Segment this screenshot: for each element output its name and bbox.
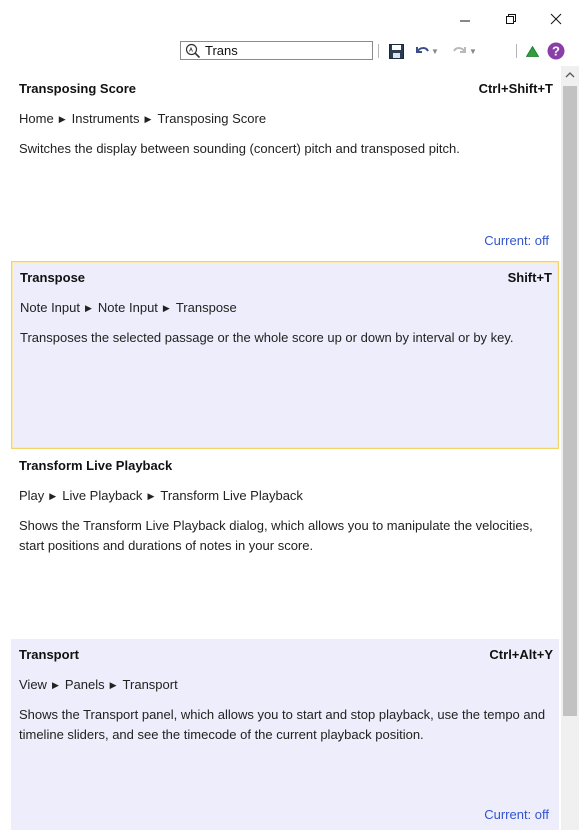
help-icon: ? [547,42,565,60]
arrow-right-icon: ▶ [109,680,117,690]
breadcrumb-item: View [19,677,47,692]
toolbar-separator [378,44,379,58]
search-input[interactable] [205,42,365,59]
result-shortcut: Ctrl+Shift+T [478,81,553,96]
result-shortcut: Ctrl+Alt+Y [489,647,553,662]
minimize-button[interactable] [442,0,488,38]
breadcrumb: View ▶ Panels ▶ Transport [19,677,178,692]
breadcrumb-item: Transform Live Playback [160,488,303,503]
close-icon [550,13,562,25]
result-title: Transpose [20,270,86,285]
minimize-icon [460,20,470,22]
undo-button[interactable]: ▼ [410,41,442,61]
up-triangle-icon [525,45,539,57]
toolbar: ▼ ▼ ? [0,38,579,64]
result-description: Shows the Transform Live Playback dialog… [19,518,533,553]
breadcrumb-item: Transport [122,677,178,692]
breadcrumb-item: Note Input [97,300,158,315]
breadcrumb-item: Live Playback [62,488,143,503]
redo-icon [453,47,467,53]
breadcrumb-item: Instruments [71,111,140,126]
arrow-right-icon: ▶ [58,114,66,124]
restore-icon [506,14,516,24]
svg-text:?: ? [552,44,560,59]
breadcrumb: Note Input ▶ Note Input ▶ Transpose [20,300,237,315]
result-title: Transposing Score [19,81,137,96]
result-status: Current: off [484,807,549,822]
scrollbar-thumb[interactable] [563,86,577,716]
up-triangle-button[interactable] [523,41,541,61]
close-button[interactable] [533,0,579,38]
chevron-up-icon [565,72,575,78]
restore-button[interactable] [488,0,534,38]
result-shortcut: Shift+T [507,270,552,285]
list-item[interactable]: Transport Ctrl+Alt+Y View ▶ Panels ▶ Transpo… [11,639,559,830]
arrow-right-icon: ▶ [49,491,57,501]
breadcrumb-item: Note Input [20,300,80,315]
arrow-right-icon: ▶ [85,303,92,313]
result-title: Transport [19,647,79,662]
list-item-selected[interactable]: Transpose Shift+T Note Input ▶ Note Input ▶… [11,261,559,449]
scroll-up-button[interactable] [561,66,579,84]
save-button[interactable] [386,41,406,61]
search-icon [185,43,201,59]
result-description: Transposes the selected passage or the w… [20,330,514,345]
breadcrumb-item: Transposing Score [157,111,267,126]
arrow-right-icon: ▶ [147,491,155,501]
breadcrumb-item: Play [19,488,45,503]
breadcrumb-item: Panels [64,677,105,692]
vertical-scrollbar[interactable] [561,66,579,830]
list-item[interactable]: Transposing Score Ctrl+Shift+T Home ▶ Inst… [11,73,559,258]
breadcrumb-item: Transpose [175,300,237,315]
undo-dropdown-icon[interactable]: ▼ [431,47,439,56]
search-box[interactable] [180,41,373,60]
undo-icon [416,47,429,53]
breadcrumb: Home ▶ Instruments ▶ Transposing Score [19,111,266,126]
redo-dropdown-icon[interactable]: ▼ [469,47,477,56]
result-description: Shows the Transport panel, which allows … [19,707,546,742]
breadcrumb-item: Home [19,111,54,126]
search-results-list: Transposing Score Ctrl+Shift+T Home ▶ Inst… [11,73,559,830]
arrow-right-icon: ▶ [51,680,59,690]
redo-button[interactable]: ▼ [448,41,480,61]
arrow-right-icon: ▶ [162,303,170,313]
result-title: Transform Live Playback [19,458,173,473]
breadcrumb: Play ▶ Live Playback ▶ Transform Live Playba… [19,488,303,503]
help-button[interactable]: ? [545,41,567,61]
toolbar-separator [516,44,517,58]
result-description: Switches the display between sounding (c… [19,141,460,156]
save-icon [388,43,404,59]
arrow-right-icon: ▶ [144,114,152,124]
list-item[interactable]: Transform Live Playback Play ▶ Live Playba… [11,450,559,637]
title-bar [0,0,579,38]
result-status: Current: off [484,233,549,248]
